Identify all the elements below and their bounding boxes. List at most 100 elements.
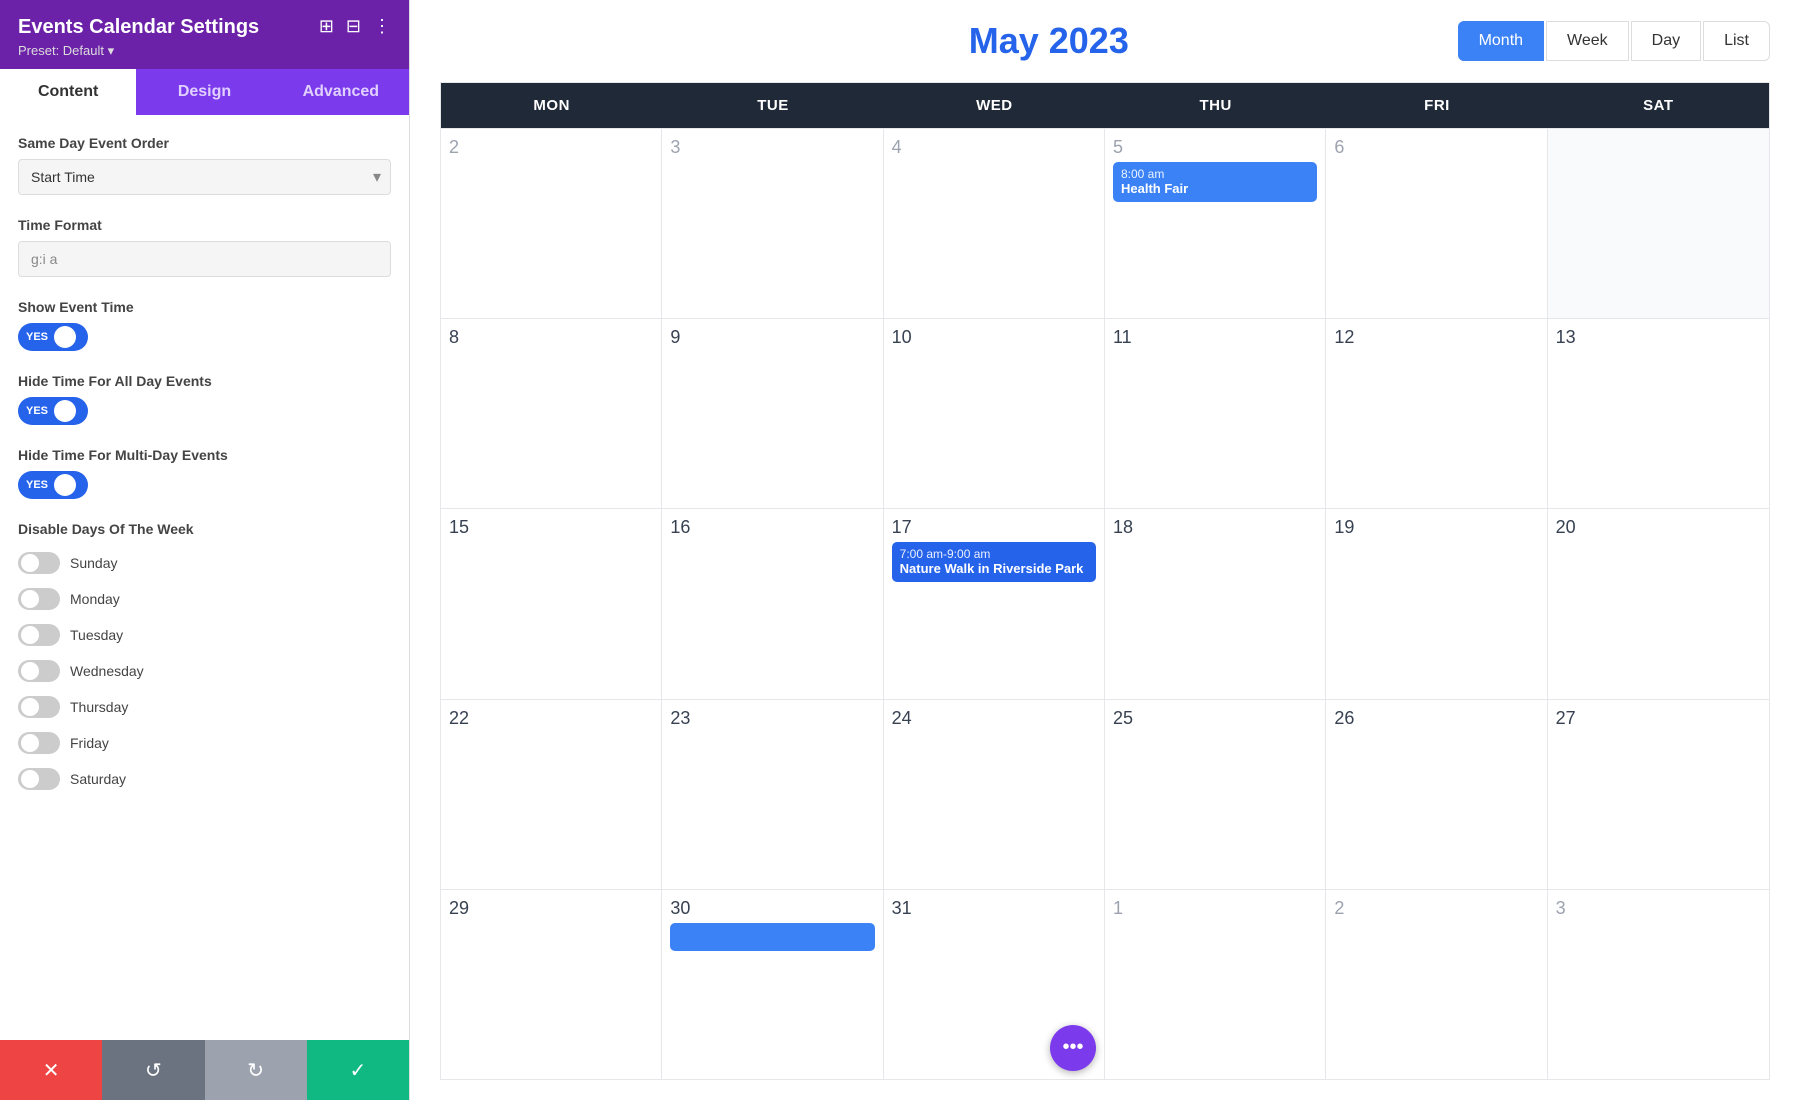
wednesday-toggle[interactable]: [18, 660, 60, 682]
event-nature-walk[interactable]: 7:00 am-9:00 am Nature Walk in Riverside…: [892, 542, 1096, 582]
day-num-23: 23: [670, 708, 874, 729]
same-day-event-order-select[interactable]: Start Time End Time Title ID: [18, 159, 391, 195]
header-fri: FRI: [1326, 83, 1547, 128]
undo-button[interactable]: ↺: [102, 1040, 204, 1100]
cal-cell-may12: 12: [1326, 319, 1547, 508]
cal-cell-may10: 10: [884, 319, 1105, 508]
day-num-11: 11: [1113, 327, 1317, 348]
toggle-knob3: [54, 474, 76, 496]
cal-cell-may18: 18: [1105, 509, 1326, 698]
event-may30[interactable]: [670, 923, 874, 951]
minimize-icon[interactable]: ⊟: [346, 16, 361, 37]
header-wed: WED: [884, 83, 1105, 128]
hide-time-allday-group: Hide Time For All Day Events YES: [18, 373, 391, 425]
day-row-monday: Monday: [18, 581, 391, 617]
fab-button[interactable]: •••: [1050, 1025, 1096, 1071]
cal-cell-may11: 11: [1105, 319, 1326, 508]
day-num-18: 18: [1113, 517, 1317, 538]
cal-cell-may23: 23: [662, 700, 883, 889]
disable-days-group: Disable Days Of The Week Sunday Monday T…: [18, 521, 391, 797]
day-num-22: 22: [449, 708, 653, 729]
day-row-sunday: Sunday: [18, 545, 391, 581]
header-tue: TUE: [662, 83, 883, 128]
calendar-header-row: MON TUE WED THU FRI SAT: [441, 83, 1769, 128]
show-event-time-toggle[interactable]: YES: [18, 323, 88, 351]
calendar-week-3: 15 16 17 7:00 am-9:00 am Nature Walk in …: [441, 508, 1769, 698]
event-health-fair-time: 8:00 am: [1121, 167, 1309, 181]
panel-content: Same Day Event Order Start Time End Time…: [0, 115, 409, 1040]
show-event-time-label: Show Event Time: [18, 299, 391, 315]
day-row-tuesday: Tuesday: [18, 617, 391, 653]
day-num-jun3: 3: [1556, 898, 1761, 919]
sunday-toggle[interactable]: [18, 552, 60, 574]
view-list-button[interactable]: List: [1703, 21, 1770, 61]
tab-advanced[interactable]: Advanced: [273, 69, 409, 115]
view-day-button[interactable]: Day: [1631, 21, 1701, 61]
toggle-yes-label: YES: [26, 331, 48, 343]
toggle-knob2: [54, 400, 76, 422]
panel-title: Events Calendar Settings: [18, 16, 259, 39]
day-num-30: 30: [670, 898, 874, 919]
day-num-3: 3: [670, 137, 874, 158]
calendar-panel: May 2023 Month Week Day List MON TUE WED…: [410, 0, 1800, 1100]
thursday-label: Thursday: [70, 699, 128, 715]
time-format-input[interactable]: [18, 241, 391, 277]
calendar-header: May 2023 Month Week Day List: [440, 20, 1770, 62]
same-day-event-order-select-wrapper: Start Time End Time Title ID ▾: [18, 159, 391, 195]
cal-cell-may13: 13: [1548, 319, 1769, 508]
save-button[interactable]: ✓: [307, 1040, 409, 1100]
day-num-20: 20: [1556, 517, 1761, 538]
event-health-fair[interactable]: 8:00 am Health Fair: [1113, 162, 1317, 202]
disable-days-label: Disable Days Of The Week: [18, 521, 391, 537]
view-month-button[interactable]: Month: [1458, 21, 1544, 61]
day-num-9: 9: [670, 327, 874, 348]
event-health-fair-name: Health Fair: [1121, 181, 1309, 197]
monday-toggle[interactable]: [18, 588, 60, 610]
cal-cell-empty1: [1548, 129, 1769, 318]
panel-preset[interactable]: Preset: Default ▾: [18, 43, 259, 59]
day-num-6: 6: [1334, 137, 1538, 158]
saturday-toggle[interactable]: [18, 768, 60, 790]
tab-content[interactable]: Content: [0, 69, 136, 115]
cancel-button[interactable]: ✕: [0, 1040, 102, 1100]
day-num-29: 29: [449, 898, 653, 919]
cal-cell-jun2: 2: [1326, 890, 1547, 1079]
more-options-icon: •••: [1062, 1036, 1083, 1059]
cal-cell-may4: 4: [884, 129, 1105, 318]
more-icon[interactable]: ⋮: [373, 16, 391, 37]
cal-cell-may24: 24: [884, 700, 1105, 889]
cal-cell-may6: 6: [1326, 129, 1547, 318]
day-num-24: 24: [892, 708, 1096, 729]
cal-cell-may27: 27: [1548, 700, 1769, 889]
thursday-toggle[interactable]: [18, 696, 60, 718]
view-week-button[interactable]: Week: [1546, 21, 1629, 61]
tuesday-toggle[interactable]: [18, 624, 60, 646]
cal-cell-may20: 20: [1548, 509, 1769, 698]
cal-cell-may31: 31 •••: [884, 890, 1105, 1079]
day-row-wednesday: Wednesday: [18, 653, 391, 689]
friday-toggle[interactable]: [18, 732, 60, 754]
day-num-19: 19: [1334, 517, 1538, 538]
calendar-body: 2 3 4 5 8:00 am Health Fair 6: [441, 128, 1769, 1079]
time-format-label: Time Format: [18, 217, 391, 233]
hide-time-multiday-toggle[interactable]: YES: [18, 471, 88, 499]
calendar-week-4: 22 23 24 25 26 27: [441, 699, 1769, 889]
redo-button[interactable]: ↻: [205, 1040, 307, 1100]
cal-cell-may15: 15: [441, 509, 662, 698]
friday-label: Friday: [70, 735, 109, 751]
day-num-13: 13: [1556, 327, 1761, 348]
toggle-yes-label3: YES: [26, 479, 48, 491]
restore-icon[interactable]: ⊞: [319, 16, 334, 37]
same-day-event-order-group: Same Day Event Order Start Time End Time…: [18, 135, 391, 195]
tuesday-label: Tuesday: [70, 627, 123, 643]
monday-label: Monday: [70, 591, 120, 607]
hide-time-allday-label: Hide Time For All Day Events: [18, 373, 391, 389]
day-num-15: 15: [449, 517, 653, 538]
calendar-week-5: 29 30 31 ••• 1 2: [441, 889, 1769, 1079]
tab-design[interactable]: Design: [136, 69, 272, 115]
day-num-jun2: 2: [1334, 898, 1538, 919]
day-num-10: 10: [892, 327, 1096, 348]
hide-time-allday-toggle[interactable]: YES: [18, 397, 88, 425]
view-buttons: Month Week Day List: [1458, 21, 1770, 61]
day-num-31: 31: [892, 898, 1096, 919]
